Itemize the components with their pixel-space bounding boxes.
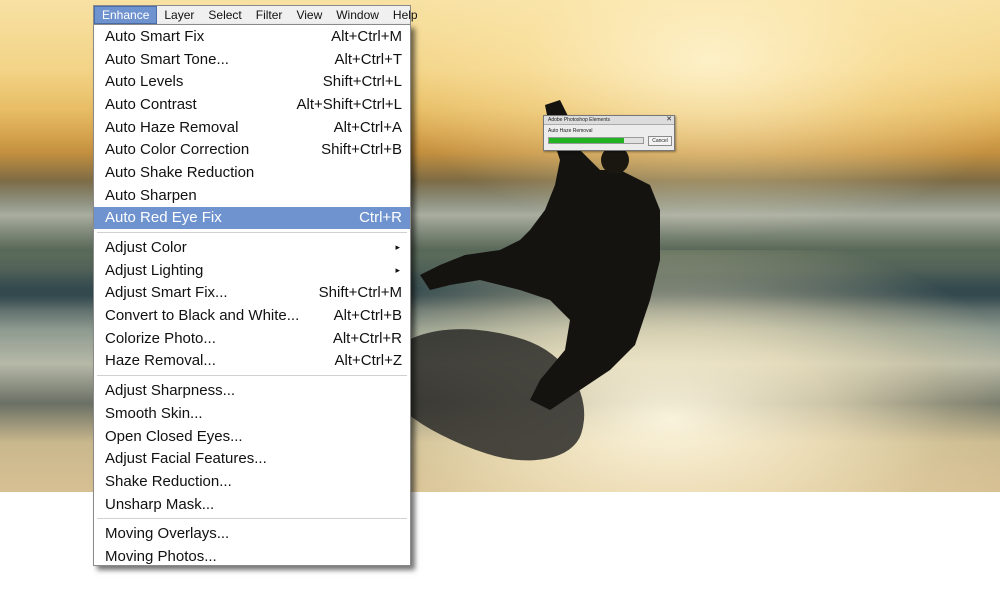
menu-item-shortcut: Shift+Ctrl+M [318, 284, 402, 302]
menu-item-shortcut: Alt+Ctrl+Z [334, 352, 402, 370]
menu-filter[interactable]: Filter [249, 6, 290, 24]
menu-item-label: Adjust Sharpness... [105, 382, 236, 400]
menu-item-shortcut: Alt+Ctrl+B [333, 307, 402, 325]
menu-layer[interactable]: Layer [157, 6, 201, 24]
menu-item-auto-smart-tone[interactable]: Auto Smart Tone... Alt+Ctrl+T [94, 48, 410, 71]
progress-bar-fill [549, 138, 625, 143]
menu-item-label: Moving Overlays... [105, 525, 230, 543]
progress-dialog: Adobe Photoshop Elements ✕ Auto Haze Rem… [543, 115, 675, 151]
menu-item-moving-photos[interactable]: Moving Photos... [94, 545, 410, 568]
menu-item-label: Adjust Facial Features... [105, 450, 267, 468]
menu-item-shortcut: Alt+Ctrl+R [332, 329, 402, 347]
menu-item-label: Haze Removal... [105, 352, 216, 370]
menu-item-label: Auto Haze Removal [105, 118, 239, 136]
menu-item-colorize-photo[interactable]: Colorize Photo... Alt+Ctrl+R [94, 327, 410, 350]
menu-item-label: Convert to Black and White... [105, 307, 300, 325]
cancel-button[interactable]: Cancel [648, 136, 672, 146]
menu-item-label: Open Closed Eyes... [105, 427, 243, 445]
menu-item-label: Auto Color Correction [105, 141, 250, 159]
close-icon[interactable]: ✕ [666, 116, 672, 124]
menu-select[interactable]: Select [201, 6, 248, 24]
menu-item-auto-shake-reduction[interactable]: Auto Shake Reduction [94, 161, 410, 184]
menu-item-label: Unsharp Mask... [105, 495, 215, 513]
menu-item-shake-reduction[interactable]: Shake Reduction... [94, 470, 410, 493]
menu-item-adjust-lighting[interactable]: Adjust Lighting ▸ [94, 259, 410, 282]
menu-item-auto-haze-removal[interactable]: Auto Haze Removal Alt+Ctrl+A [94, 116, 410, 139]
menu-item-adjust-sharpness[interactable]: Adjust Sharpness... [94, 379, 410, 402]
menu-item-auto-color-correction[interactable]: Auto Color Correction Shift+Ctrl+B [94, 138, 410, 161]
menu-item-shortcut: Alt+Ctrl+A [333, 118, 402, 136]
menu-item-auto-contrast[interactable]: Auto Contrast Alt+Shift+Ctrl+L [94, 93, 410, 116]
menu-item-label: Colorize Photo... [105, 329, 216, 347]
menu-item-label: Shake Reduction... [105, 472, 232, 490]
menu-item-auto-red-eye-fix[interactable]: Auto Red Eye Fix Ctrl+R [94, 206, 410, 230]
menu-item-adjust-facial-features[interactable]: Adjust Facial Features... [94, 447, 410, 470]
menu-item-label: Auto Smart Tone... [105, 50, 229, 68]
menu-separator [97, 375, 407, 377]
menu-item-shortcut: Ctrl+R [359, 209, 402, 227]
progress-bar [548, 137, 644, 144]
menu-item-unsharp-mask[interactable]: Unsharp Mask... [94, 493, 410, 516]
menu-item-label: Adjust Color [105, 239, 187, 257]
dialog-title: Adobe Photoshop Elements [548, 117, 610, 123]
menu-item-shortcut: Shift+Ctrl+B [321, 141, 402, 159]
menu-window[interactable]: Window [329, 6, 386, 24]
enhance-dropdown-menu: Auto Smart Fix Alt+Ctrl+M Auto Smart Ton… [93, 24, 411, 566]
menu-item-label: Smooth Skin... [105, 404, 203, 422]
menu-item-haze-removal[interactable]: Haze Removal... Alt+Ctrl+Z [94, 350, 410, 373]
menu-item-open-closed-eyes[interactable]: Open Closed Eyes... [94, 425, 410, 448]
submenu-arrow-icon: ▸ [395, 264, 400, 275]
menu-item-convert-to-black-and-white[interactable]: Convert to Black and White... Alt+Ctrl+B [94, 304, 410, 327]
menu-item-auto-sharpen[interactable]: Auto Sharpen [94, 184, 410, 207]
menu-view[interactable]: View [289, 6, 329, 24]
menu-separator [97, 518, 407, 520]
menu-item-adjust-smart-fix[interactable]: Adjust Smart Fix... Shift+Ctrl+M [94, 282, 410, 305]
dialog-titlebar: Adobe Photoshop Elements ✕ [544, 116, 674, 125]
menu-help[interactable]: Help [386, 6, 425, 24]
dialog-message: Auto Haze Removal [548, 128, 593, 134]
menu-item-adjust-color[interactable]: Adjust Color ▸ [94, 236, 410, 259]
menu-item-shortcut: Shift+Ctrl+L [322, 73, 402, 91]
menu-bar: Enhance Layer Select Filter View Window … [93, 5, 418, 24]
menu-item-label: Auto Sharpen [105, 186, 197, 204]
menu-item-shortcut: Alt+Ctrl+M [331, 27, 402, 45]
menu-item-label: Auto Smart Fix [105, 27, 205, 45]
menu-item-label: Auto Contrast [105, 95, 197, 113]
menu-item-label: Auto Shake Reduction [105, 163, 255, 181]
menu-item-shortcut: Alt+Ctrl+T [334, 50, 402, 68]
menu-separator [97, 232, 407, 234]
menu-item-label: Adjust Smart Fix... [105, 284, 228, 302]
menu-item-moving-overlays[interactable]: Moving Overlays... [94, 522, 410, 545]
menu-enhance[interactable]: Enhance [94, 6, 158, 24]
menu-item-shortcut: Alt+Shift+Ctrl+L [296, 95, 402, 113]
menu-item-auto-smart-fix[interactable]: Auto Smart Fix Alt+Ctrl+M [94, 25, 410, 48]
menu-item-auto-levels[interactable]: Auto Levels Shift+Ctrl+L [94, 70, 410, 93]
menu-item-label: Moving Photos... [105, 547, 217, 565]
menu-item-smooth-skin[interactable]: Smooth Skin... [94, 402, 410, 425]
menu-item-label: Adjust Lighting [105, 261, 204, 279]
menu-item-label: Auto Red Eye Fix [105, 209, 222, 227]
menu-item-label: Auto Levels [105, 73, 184, 91]
submenu-arrow-icon: ▸ [395, 242, 400, 253]
